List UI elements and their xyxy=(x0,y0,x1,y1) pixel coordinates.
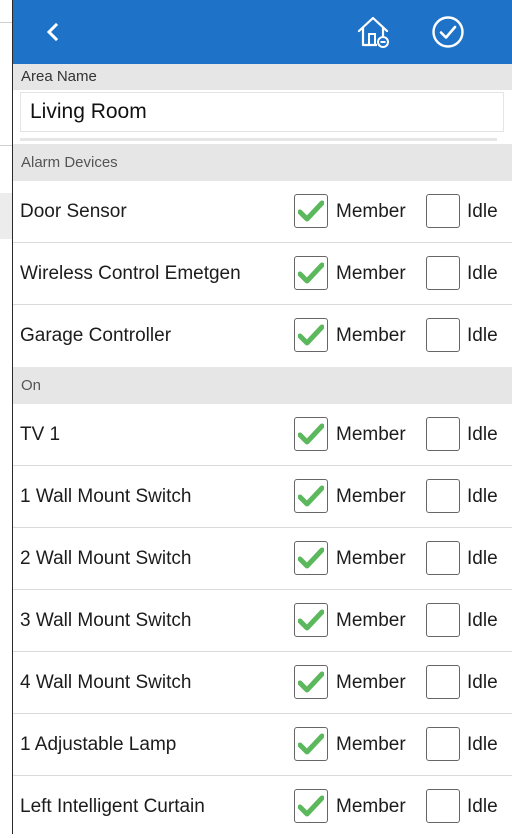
section-header: Alarm Devices xyxy=(13,144,512,181)
background-shade xyxy=(0,193,12,239)
member-label: Member xyxy=(336,325,406,346)
checkmark-icon xyxy=(298,324,324,346)
device-row[interactable]: TV 1 Member Idle xyxy=(13,404,512,466)
device-name: Wireless Control Emetgen xyxy=(20,262,241,284)
member-label: Member xyxy=(336,547,406,569)
idle-label: Idle xyxy=(467,262,498,284)
idle-checkbox[interactable] xyxy=(426,665,460,699)
input-underline xyxy=(20,138,497,141)
device-name: Left Intelligent Curtain xyxy=(20,796,205,817)
device-row[interactable]: Wireless Control Emetgen Member Idle xyxy=(13,243,512,305)
device-name: 4 Wall Mount Switch xyxy=(20,671,192,693)
idle-label: Idle xyxy=(467,671,498,693)
idle-label: Idle xyxy=(467,796,498,817)
device-row[interactable]: Door Sensor Member Idle xyxy=(13,181,512,243)
device-name: TV 1 xyxy=(20,423,61,445)
device-name: Garage Controller xyxy=(20,325,172,346)
back-button[interactable] xyxy=(33,12,73,52)
member-checkbox[interactable] xyxy=(294,417,328,451)
idle-checkbox[interactable] xyxy=(426,318,460,352)
device-row[interactable]: 3 Wall Mount Switch Member Idle xyxy=(13,590,512,652)
chevron-left-icon xyxy=(46,22,59,42)
checkmark-icon xyxy=(298,547,324,569)
device-name: 2 Wall Mount Switch xyxy=(20,547,192,569)
home-icon xyxy=(357,16,389,48)
member-checkbox[interactable] xyxy=(294,727,328,761)
member-label: Member xyxy=(336,262,406,284)
member-checkbox[interactable] xyxy=(294,665,328,699)
idle-label: Idle xyxy=(467,733,498,755)
idle-checkbox[interactable] xyxy=(426,417,460,451)
idle-checkbox[interactable] xyxy=(426,727,460,761)
member-checkbox[interactable] xyxy=(294,789,328,823)
idle-checkbox[interactable] xyxy=(426,603,460,637)
idle-label: Idle xyxy=(467,325,498,346)
home-button[interactable] xyxy=(353,12,393,52)
area-name-input[interactable] xyxy=(20,92,504,132)
checkmark-icon xyxy=(298,423,324,445)
member-label: Member xyxy=(336,733,406,755)
device-row[interactable]: 1 Wall Mount Switch Member Idle xyxy=(13,466,512,528)
top-app-bar xyxy=(13,0,512,64)
confirm-button[interactable] xyxy=(428,12,468,52)
background-divider xyxy=(0,22,12,23)
device-name: 1 Adjustable Lamp xyxy=(20,733,177,755)
background-divider xyxy=(0,145,12,146)
check-circle-icon xyxy=(432,16,464,48)
area-name-label: Area Name xyxy=(13,64,512,90)
member-label: Member xyxy=(336,485,406,507)
checkmark-icon xyxy=(298,485,324,507)
idle-checkbox[interactable] xyxy=(426,541,460,575)
device-name: 1 Wall Mount Switch xyxy=(20,485,192,507)
device-row[interactable]: 4 Wall Mount Switch Member Idle xyxy=(13,652,512,714)
member-checkbox[interactable] xyxy=(294,318,328,352)
checkmark-icon xyxy=(298,671,324,693)
idle-label: Idle xyxy=(467,200,498,222)
member-label: Member xyxy=(336,423,406,445)
member-label: Member xyxy=(336,671,406,693)
idle-checkbox[interactable] xyxy=(426,194,460,228)
device-name: Door Sensor xyxy=(20,200,127,222)
member-checkbox[interactable] xyxy=(294,603,328,637)
device-row[interactable]: Left Intelligent Curtain Member Idle xyxy=(13,776,512,838)
member-checkbox[interactable] xyxy=(294,256,328,290)
idle-label: Idle xyxy=(467,547,498,569)
checkmark-icon xyxy=(298,795,324,817)
checkmark-icon xyxy=(298,609,324,631)
idle-checkbox[interactable] xyxy=(426,256,460,290)
checkmark-icon xyxy=(298,262,324,284)
idle-label: Idle xyxy=(467,423,498,445)
edit-area-screen: Area Name Alarm Devices Door Sensor Member… xyxy=(12,0,512,834)
section-header: On xyxy=(13,367,512,404)
member-label: Member xyxy=(336,796,406,817)
device-name: 3 Wall Mount Switch xyxy=(20,609,192,631)
member-checkbox[interactable] xyxy=(294,479,328,513)
device-row[interactable]: Garage Controller Member Idle xyxy=(13,305,512,367)
idle-label: Idle xyxy=(467,609,498,631)
idle-checkbox[interactable] xyxy=(426,789,460,823)
member-checkbox[interactable] xyxy=(294,194,328,228)
member-label: Member xyxy=(336,200,406,222)
idle-checkbox[interactable] xyxy=(426,479,460,513)
member-checkbox[interactable] xyxy=(294,541,328,575)
member-label: Member xyxy=(336,609,406,631)
device-row[interactable]: 2 Wall Mount Switch Member Idle xyxy=(13,528,512,590)
checkmark-icon xyxy=(298,733,324,755)
background-window-edge xyxy=(0,0,12,834)
device-row[interactable]: 1 Adjustable Lamp Member Idle xyxy=(13,714,512,776)
idle-label: Idle xyxy=(467,485,498,507)
checkmark-icon xyxy=(298,200,324,222)
